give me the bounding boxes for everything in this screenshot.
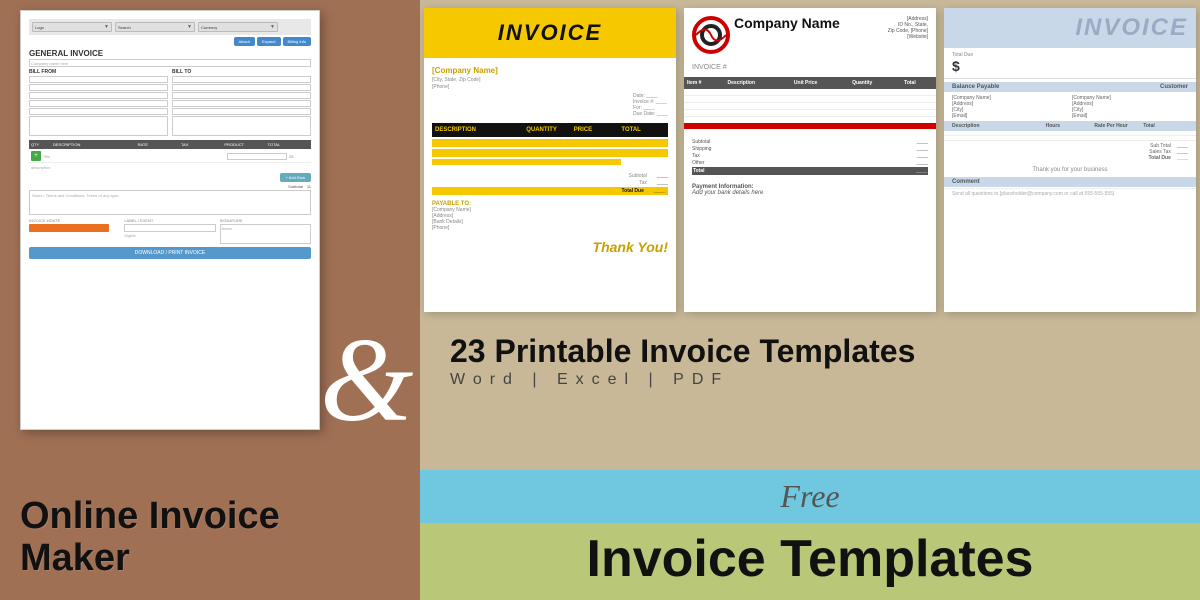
main-text-section: 23 Printable Invoice Templates Word | Ex…	[420, 320, 1200, 470]
blue-balance-section: Balance Payable Customer	[944, 82, 1196, 92]
left-section: Logo ▼ Search ▼ Currency ▼ Attach Expand…	[0, 0, 420, 600]
yellow-addr: [City, State, Zip Code]	[432, 77, 668, 83]
blue-amount-row: Total Due $	[944, 48, 1196, 79]
yellow-invoice-title: INVOICE	[498, 20, 602, 45]
free-box: Free	[420, 470, 1200, 523]
blue-thank-you: Thank you for your business	[944, 167, 1196, 173]
yellow-thank-you: Thank You!	[432, 239, 668, 255]
invoice-templates-box: Invoice Templates	[420, 523, 1200, 600]
company-subtotals: Subtotal____ Shipping____ Tax____ Other_…	[684, 135, 936, 180]
company-logo-icon	[692, 16, 728, 52]
blue-desc-header: Description Hours Rate Per Hour Total	[944, 121, 1196, 131]
online-invoice-title: Online Invoice Maker	[20, 496, 280, 580]
ampersand-symbol: &	[320, 320, 413, 440]
printable-title: 23 Printable Invoice Templates	[450, 335, 1170, 367]
blue-comment-section: Comment	[944, 177, 1196, 187]
invoice-doc-preview: Logo ▼ Search ▼ Currency ▼ Attach Expand…	[20, 10, 320, 430]
yellow-totals: Subtotal ____ Tax ____ Total Due ____	[432, 173, 668, 195]
yellow-company: [Company Name]	[432, 66, 668, 75]
company-name-title: Company Name	[734, 16, 840, 31]
right-section: INVOICE [Company Name] [City, State, Zip…	[420, 0, 1200, 600]
company-header: Company Name [Address] ID No., State, Zi…	[684, 8, 936, 60]
yellow-phone: [Phone]	[432, 84, 668, 90]
invoice-templates-title: Invoice Templates	[587, 533, 1034, 585]
template-card-company[interactable]: Company Name [Address] ID No., State, Zi…	[684, 8, 936, 312]
online-invoice-maker-text: Online Invoice Maker	[20, 496, 280, 580]
main-container: Logo ▼ Search ▼ Currency ▼ Attach Expand…	[0, 0, 1200, 600]
templates-row: INVOICE [Company Name] [City, State, Zip…	[420, 0, 1200, 320]
template-card-yellow[interactable]: INVOICE [Company Name] [City, State, Zip…	[424, 8, 676, 312]
payment-info: Payment Information: Add your bank detai…	[684, 180, 936, 200]
formats-text: Word | Excel | PDF	[450, 371, 1170, 389]
company-info: [Address] ID No., State, Zip Code, [Phon…	[888, 16, 928, 40]
yellow-desc-header: DESCRIPTION QUANTITY PRICE TOTAL	[432, 123, 668, 137]
free-label: Free	[780, 478, 839, 515]
yellow-header: INVOICE	[424, 8, 676, 58]
yellow-body: [Company Name] [City, State, Zip Code] […	[424, 58, 676, 263]
blue-header: INVOICE	[944, 8, 1196, 48]
company-table: Item # Description Unit Price Quantity T…	[684, 77, 936, 117]
blue-comment-text: Send all questions to [placeholder@compa…	[944, 188, 1196, 199]
bottom-right: 23 Printable Invoice Templates Word | Ex…	[420, 320, 1200, 600]
blue-two-col: [Company Name] [Address] [City] [Email] …	[944, 93, 1196, 121]
invoice-hash: INVOICE #	[684, 60, 936, 75]
red-bar	[684, 123, 936, 129]
template-card-blue[interactable]: INVOICE Total Due $ Balance Payable Cust…	[944, 8, 1196, 312]
blue-invoice-title: INVOICE	[952, 14, 1188, 42]
